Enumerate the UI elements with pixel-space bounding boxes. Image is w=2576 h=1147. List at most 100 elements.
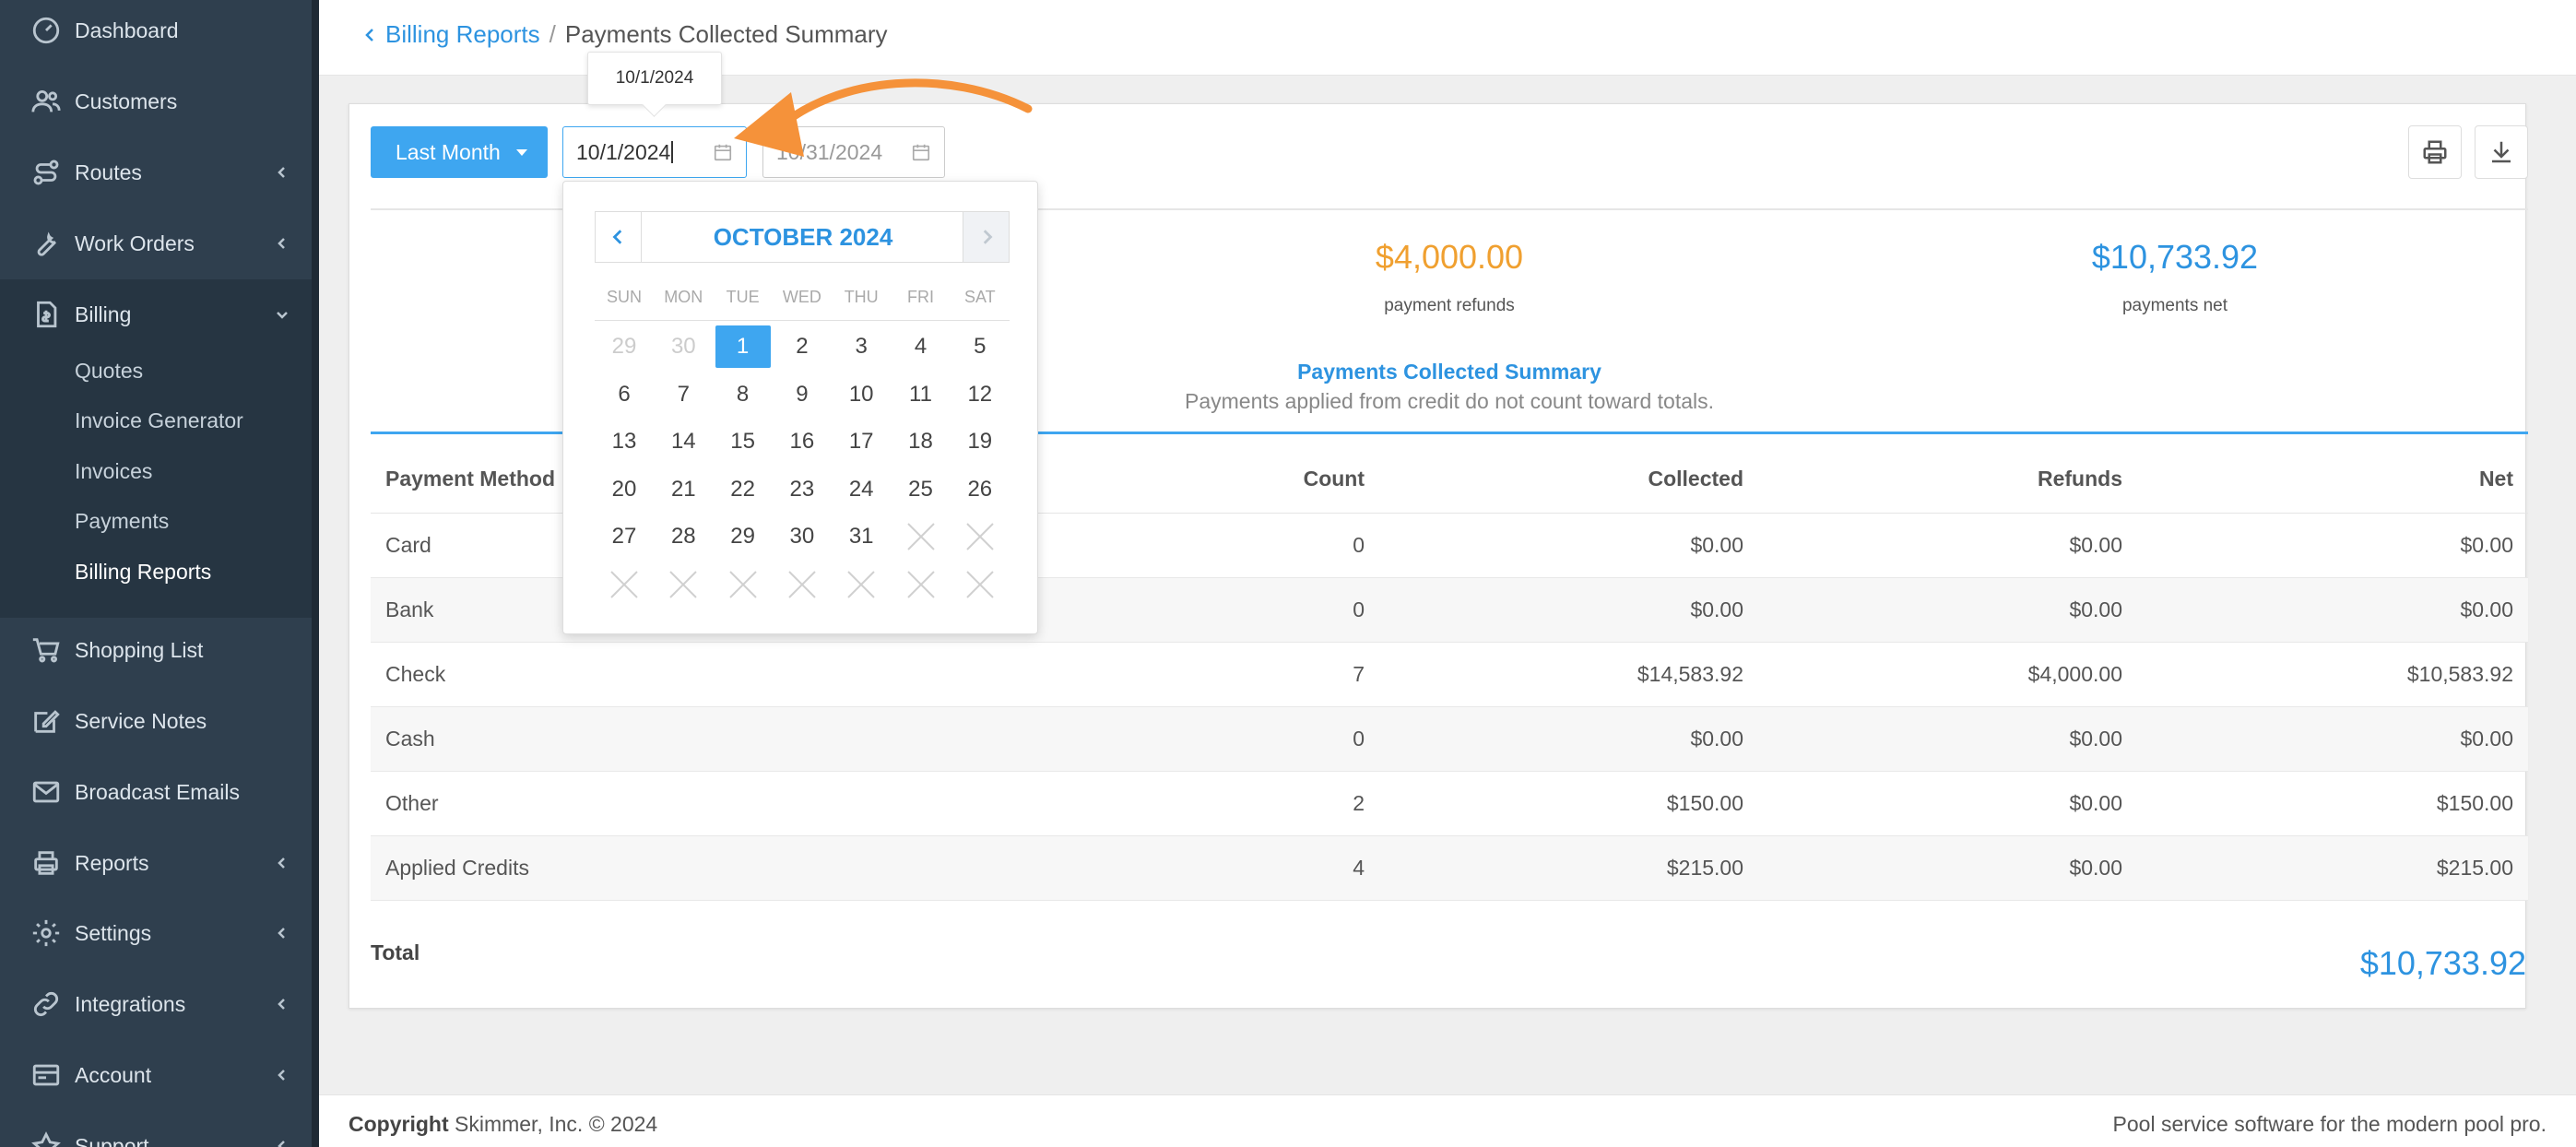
refunds-stat-value: $4,000.00 xyxy=(1375,238,1524,276)
sidebar-scrollbar[interactable] xyxy=(312,0,319,1147)
calendar-day[interactable]: 15 xyxy=(715,420,771,463)
cell-method: Applied Credits xyxy=(371,835,1016,901)
cell-net: $0.00 xyxy=(2137,706,2528,772)
calendar-day: 29 xyxy=(611,334,637,359)
cell-collected: $0.00 xyxy=(1379,577,1758,643)
weekday-header: MON xyxy=(664,288,703,306)
calendar-day[interactable]: 17 xyxy=(833,420,889,463)
calendar-day[interactable]: 27 xyxy=(597,515,652,558)
footer-tagline: Pool service software for the modern poo… xyxy=(2112,1112,2546,1136)
calendar-day[interactable]: 2 xyxy=(774,325,830,368)
submenu-item-quotes[interactable]: Quotes xyxy=(75,359,143,384)
sidebar-item-label: Billing xyxy=(75,302,132,326)
download-icon xyxy=(2487,138,2515,166)
cell-refunds: $0.00 xyxy=(1758,706,2137,772)
cell-net: $215.00 xyxy=(2137,835,2528,901)
calendar-day[interactable]: 29 xyxy=(715,515,771,558)
calendar-day[interactable]: 14 xyxy=(656,420,711,463)
datepicker-month-title[interactable]: OCTOBER 2024 xyxy=(642,212,964,262)
disabled-day-icon xyxy=(893,563,949,606)
sidebar-item-support[interactable]: Support xyxy=(0,1111,312,1147)
calendar-day[interactable]: 25 xyxy=(893,468,949,511)
sidebar-item-work-orders[interactable]: Work Orders xyxy=(0,208,312,278)
chevron-left-icon[interactable] xyxy=(363,28,378,42)
annotation-arrow xyxy=(734,78,1033,157)
print-button[interactable] xyxy=(2408,125,2462,179)
datepicker-popup: OCTOBER 2024 SUN MON TUE WED THU FRI SAT 29 30 1… xyxy=(562,181,1038,634)
calendar-day[interactable]: 10 xyxy=(833,373,889,416)
calendar-day[interactable]: 8 xyxy=(715,373,771,416)
submenu-item-payments[interactable]: Payments xyxy=(75,509,169,534)
cell-refunds: $4,000.00 xyxy=(1758,642,2137,707)
breadcrumb-parent-link[interactable]: Billing Reports xyxy=(385,20,540,49)
calendar-day[interactable]: 13 xyxy=(597,420,652,463)
chevron-left-icon xyxy=(273,234,291,253)
calendar-day[interactable]: 5 xyxy=(952,325,1008,368)
net-stat-label: payments net xyxy=(2121,296,2228,315)
calendar-day[interactable]: 20 xyxy=(597,468,652,511)
calendar-day[interactable]: 7 xyxy=(656,373,711,416)
weekday-header: THU xyxy=(844,288,879,306)
routes-icon xyxy=(30,156,63,189)
star-icon xyxy=(30,1129,63,1147)
calendar-day[interactable]: 4 xyxy=(893,325,949,368)
page-title: Payments Collected Summary xyxy=(564,20,888,48)
sidebar-item-account[interactable]: Account xyxy=(0,1040,312,1110)
sidebar-item-routes[interactable]: Routes xyxy=(0,137,312,207)
chevron-left-icon xyxy=(273,163,291,182)
sidebar-item-label: Support xyxy=(75,1133,149,1147)
chevron-left-icon xyxy=(610,229,627,245)
cell-count: 0 xyxy=(1016,513,1379,578)
calendar-day[interactable]: 21 xyxy=(656,468,711,511)
submenu-item-billing-reports[interactable]: Billing Reports xyxy=(75,560,211,585)
disabled-day-icon xyxy=(893,515,949,558)
cell-count: 0 xyxy=(1016,577,1379,643)
submenu-item-invoices[interactable]: Invoices xyxy=(75,459,152,484)
prev-month-button[interactable] xyxy=(596,212,642,262)
table-row: Applied Credits 4 $215.00 $0.00 $215.00 xyxy=(371,835,2528,901)
calendar-day[interactable]: 19 xyxy=(952,420,1008,463)
cell-refunds: $0.00 xyxy=(1758,513,2137,578)
sidebar-item-customers[interactable]: Customers xyxy=(0,66,312,136)
calendar-day[interactable]: 26 xyxy=(952,468,1008,511)
copyright: Copyright Skimmer, Inc. © 2024 xyxy=(349,1112,657,1137)
calendar-day[interactable]: 23 xyxy=(774,468,830,511)
calendar-day[interactable]: 16 xyxy=(774,420,830,463)
sidebar-item-service-notes[interactable]: Service Notes xyxy=(0,686,312,756)
sidebar-item-broadcast-emails[interactable]: Broadcast Emails xyxy=(0,757,312,827)
weekday-header: FRI xyxy=(907,288,934,306)
link-icon xyxy=(30,987,63,1021)
date-range-dropdown-button[interactable]: Last Month xyxy=(371,126,548,178)
calendar-day[interactable]: 31 xyxy=(833,515,889,558)
calendar-day[interactable]: 12 xyxy=(952,373,1008,416)
calendar-day: 30 xyxy=(670,334,696,359)
copyright-label: Copyright xyxy=(349,1112,449,1136)
sidebar-item-dashboard[interactable]: Dashboard xyxy=(0,0,312,65)
sidebar-item-shopping-list[interactable]: Shopping List xyxy=(0,615,312,685)
calendar-day[interactable]: 30 xyxy=(774,515,830,558)
calendar-day[interactable]: 28 xyxy=(656,515,711,558)
calendar-day[interactable]: 9 xyxy=(774,373,830,416)
calendar-day[interactable]: 24 xyxy=(833,468,889,511)
column-header-refunds: Refunds xyxy=(1758,446,2137,514)
sidebar-item-settings[interactable]: Settings xyxy=(0,898,312,968)
customers-icon xyxy=(30,85,63,118)
sidebar-item-reports[interactable]: Reports xyxy=(0,828,312,898)
table-row: Other 2 $150.00 $0.00 $150.00 xyxy=(371,771,2528,836)
calendar-day[interactable]: 22 xyxy=(715,468,771,511)
sidebar-item-integrations[interactable]: Integrations xyxy=(0,969,312,1039)
calendar-day[interactable]: 3 xyxy=(833,325,889,368)
chevron-right-icon xyxy=(978,229,995,245)
download-button[interactable] xyxy=(2475,125,2528,179)
sidebar-item-billing[interactable]: Billing xyxy=(0,279,312,349)
submenu-item-invoice-generator[interactable]: Invoice Generator xyxy=(75,408,243,433)
disabled-day-icon xyxy=(656,563,711,606)
calendar-day[interactable]: 1 xyxy=(715,325,771,368)
next-month-button[interactable] xyxy=(963,212,1009,262)
calendar-day[interactable]: 18 xyxy=(893,420,949,463)
weekday-divider xyxy=(595,320,1010,321)
calendar-day[interactable]: 11 xyxy=(893,373,949,416)
calendar-day[interactable]: 6 xyxy=(597,373,652,416)
start-date-value: 10/1/2024 xyxy=(576,139,671,164)
table-row: Check 7 $14,583.92 $4,000.00 $10,583.92 xyxy=(371,642,2528,707)
